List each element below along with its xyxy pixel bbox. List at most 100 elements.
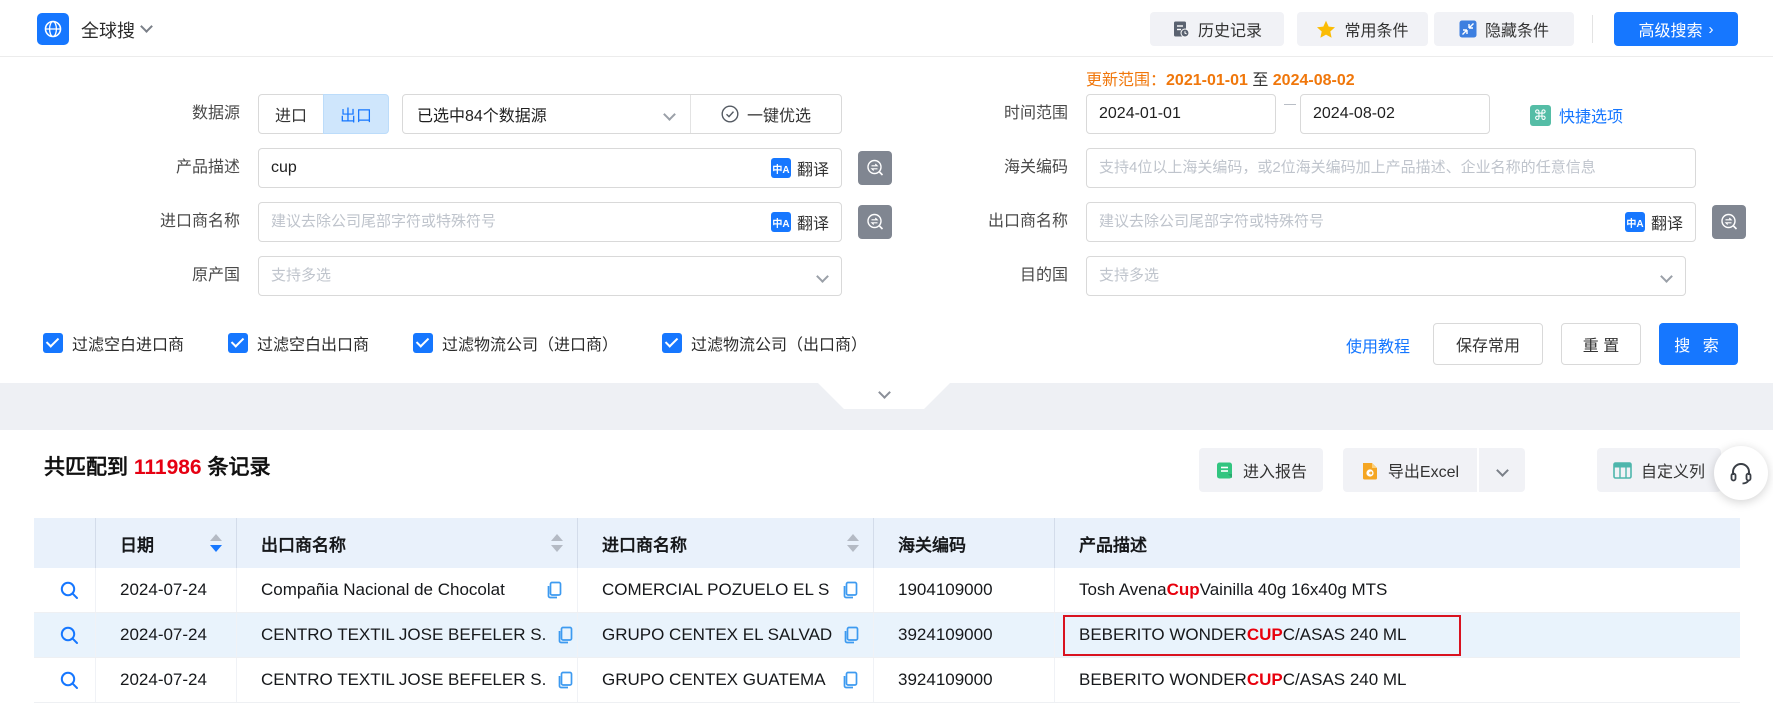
date-range-dash bbox=[1284, 104, 1296, 105]
copy-icon[interactable] bbox=[841, 581, 859, 599]
date-from-field[interactable] bbox=[1086, 94, 1276, 134]
copy-icon[interactable] bbox=[556, 626, 574, 644]
save-common-button[interactable]: 保存常用 bbox=[1433, 323, 1543, 365]
checkbox-label: 过滤物流公司（进口商） bbox=[442, 331, 618, 355]
table-row[interactable]: 2024-07-24Compañia Nacional de ChocolatC… bbox=[34, 568, 1740, 613]
col-header-product: 产品描述 bbox=[1055, 518, 1740, 568]
data-source-select[interactable]: 已选中84个数据源 一键优选 bbox=[402, 94, 842, 134]
hs-code-input[interactable] bbox=[1087, 149, 1695, 187]
top-bar: 全球搜 历史记录 常用条件 隐藏条件 高级搜索 › bbox=[0, 0, 1773, 57]
copy-icon[interactable] bbox=[842, 626, 860, 644]
importer-field[interactable]: 中A 翻译 bbox=[258, 202, 842, 242]
support-headset-button[interactable] bbox=[1714, 446, 1768, 500]
translate-button[interactable]: 中A 翻译 bbox=[1625, 210, 1683, 234]
enter-report-button[interactable]: 进入报告 bbox=[1199, 448, 1323, 492]
row-search-icon[interactable] bbox=[59, 670, 80, 691]
translate-label: 翻译 bbox=[1651, 210, 1683, 234]
quick-options-link[interactable]: ⌘ 快捷选项 bbox=[1530, 103, 1623, 127]
translate-label: 翻译 bbox=[797, 210, 829, 234]
origin-country-select[interactable] bbox=[258, 256, 842, 296]
copy-icon[interactable] bbox=[556, 671, 574, 689]
cell-product-desc: BEBERITO WONDER CUP C/ASAS 240 ML bbox=[1055, 658, 1740, 702]
history-button[interactable]: 历史记录 bbox=[1150, 12, 1284, 46]
translate-button[interactable]: 中A 翻译 bbox=[771, 156, 829, 180]
date-to-input[interactable] bbox=[1301, 95, 1532, 133]
cell-exporter: Compañia Nacional de Chocolat bbox=[237, 568, 578, 612]
star-icon bbox=[1316, 20, 1336, 39]
filter-checkbox-row: 过滤空白进口商 过滤空白出口商 过滤物流公司（进口商） 过滤物流公司（出口商） bbox=[43, 330, 911, 356]
origin-country-label: 原产国 bbox=[0, 256, 240, 296]
exporter-input[interactable] bbox=[1087, 203, 1625, 241]
copy-button[interactable] bbox=[832, 626, 860, 644]
advanced-search-button[interactable]: 高级搜索 › bbox=[1614, 12, 1738, 46]
customize-columns-button[interactable]: 自定义列 bbox=[1597, 448, 1721, 492]
search-button[interactable]: 搜 索 bbox=[1659, 323, 1738, 365]
copy-button[interactable] bbox=[831, 581, 859, 599]
copy-icon[interactable] bbox=[545, 581, 563, 599]
date-to-field[interactable] bbox=[1300, 94, 1490, 134]
checkbox-checked-icon[interactable] bbox=[43, 333, 63, 353]
sort-importer-control[interactable] bbox=[847, 534, 859, 552]
translate-button[interactable]: 中A 翻译 bbox=[771, 210, 829, 234]
sort-exporter-control[interactable] bbox=[551, 534, 563, 552]
copy-button[interactable] bbox=[831, 671, 859, 689]
sort-date-control[interactable] bbox=[210, 534, 222, 552]
filter-checkbox-1[interactable]: 过滤空白出口商 bbox=[228, 330, 369, 356]
collapse-icon bbox=[1459, 20, 1477, 38]
product-desc-field[interactable]: 中A 翻译 bbox=[258, 148, 842, 188]
copy-button[interactable] bbox=[546, 626, 574, 644]
row-detail-button[interactable] bbox=[59, 670, 80, 691]
exporter-field[interactable]: 中A 翻译 bbox=[1086, 202, 1696, 242]
translate-label: 翻译 bbox=[797, 156, 829, 180]
hide-conditions-label: 隐藏条件 bbox=[1485, 17, 1549, 41]
customize-columns-label: 自定义列 bbox=[1641, 458, 1705, 482]
filter-checkbox-2[interactable]: 过滤物流公司（进口商） bbox=[413, 330, 618, 356]
col-header-importer[interactable]: 进口商名称 bbox=[578, 518, 874, 568]
favorite-conditions-button[interactable]: 常用条件 bbox=[1297, 12, 1428, 46]
one-click-select-button[interactable]: 一键优选 bbox=[691, 102, 841, 126]
time-range-label: 时间范围 bbox=[828, 94, 1068, 134]
hide-conditions-button[interactable]: 隐藏条件 bbox=[1434, 12, 1574, 46]
checkbox-checked-icon[interactable] bbox=[413, 333, 433, 353]
filter-checkbox-3[interactable]: 过滤物流公司（出口商） bbox=[662, 330, 867, 356]
cell-importer: COMERCIAL POZUELO EL S bbox=[578, 568, 874, 612]
swap-circle-icon bbox=[1719, 212, 1739, 232]
checkbox-checked-icon[interactable] bbox=[228, 333, 248, 353]
product-desc-input[interactable] bbox=[259, 149, 771, 187]
data-source-label: 数据源 bbox=[0, 94, 240, 134]
dest-country-select[interactable] bbox=[1086, 256, 1686, 296]
copy-icon[interactable] bbox=[841, 671, 859, 689]
importer-input[interactable] bbox=[259, 203, 771, 241]
date-from-input[interactable] bbox=[1087, 95, 1318, 133]
export-excel-button[interactable]: 导出Excel bbox=[1343, 448, 1477, 492]
checkbox-checked-icon[interactable] bbox=[662, 333, 682, 353]
export-options-button[interactable] bbox=[1479, 448, 1525, 492]
cell-exporter: CENTRO TEXTIL JOSE BEFELER S. bbox=[237, 613, 578, 657]
chevron-down-icon bbox=[663, 108, 676, 121]
col-header-exporter[interactable]: 出口商名称 bbox=[237, 518, 578, 568]
filter-checkbox-0[interactable]: 过滤空白进口商 bbox=[43, 330, 184, 356]
cell-product-desc: BEBERITO WONDER CUP C/ASAS 240 ML bbox=[1055, 613, 1740, 657]
hs-code-label: 海关编码 bbox=[828, 148, 1068, 188]
results-table: 日期 出口商名称 进口商名称 海关编码 产品描述 2024-07- bbox=[34, 518, 1740, 703]
origin-country-input[interactable] bbox=[259, 257, 818, 295]
table-row[interactable]: 2024-07-24CENTRO TEXTIL JOSE BEFELER S.G… bbox=[34, 613, 1740, 658]
copy-button[interactable] bbox=[535, 581, 563, 599]
import-tab[interactable]: 进口 bbox=[258, 94, 324, 134]
export-tab[interactable]: 出口 bbox=[323, 94, 389, 134]
row-detail-button[interactable] bbox=[59, 580, 80, 601]
copy-button[interactable] bbox=[546, 671, 574, 689]
highlighted-keyword: CUP bbox=[1247, 625, 1283, 645]
enter-report-label: 进入报告 bbox=[1243, 458, 1307, 482]
reset-button[interactable]: 重 置 bbox=[1561, 323, 1641, 365]
tutorial-link[interactable]: 使用教程 bbox=[1346, 333, 1410, 357]
col-header-date[interactable]: 日期 bbox=[96, 518, 237, 568]
app-chevron-down-icon[interactable] bbox=[140, 20, 153, 33]
dest-country-input[interactable] bbox=[1087, 257, 1662, 295]
row-detail-button[interactable] bbox=[59, 625, 80, 646]
row-search-icon[interactable] bbox=[59, 580, 80, 601]
exclude-search-button[interactable] bbox=[1712, 205, 1746, 239]
hs-code-field[interactable] bbox=[1086, 148, 1696, 188]
table-row[interactable]: 2024-07-24CENTRO TEXTIL JOSE BEFELER S.G… bbox=[34, 658, 1740, 703]
row-search-icon[interactable] bbox=[59, 625, 80, 646]
